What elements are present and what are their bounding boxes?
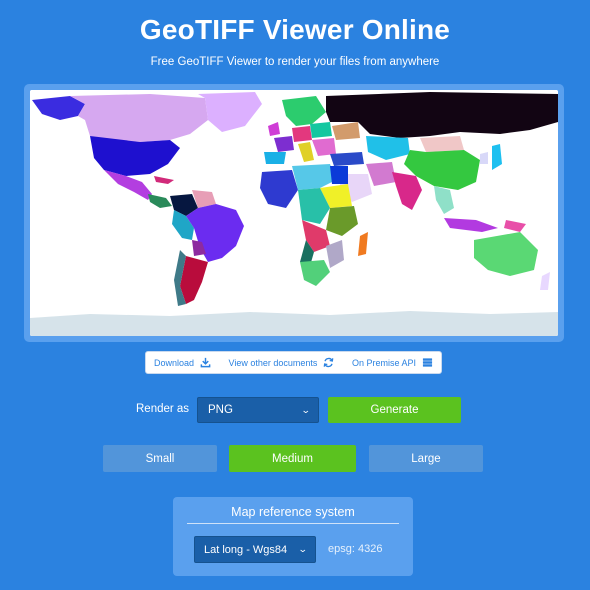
download-button[interactable]: Download	[154, 357, 211, 368]
world-map-image	[30, 90, 558, 336]
mongolia-region	[420, 136, 464, 152]
download-label: Download	[154, 357, 195, 368]
crs-select[interactable]: Lat long - Wgs84 ⌄	[194, 536, 316, 563]
size-small-button[interactable]: Small	[103, 445, 217, 472]
page-subtitle: Free GeoTIFF Viewer to render your files…	[150, 56, 440, 68]
chevron-down-icon: ⌄	[298, 544, 309, 554]
on-premise-api-button[interactable]: On Premise API	[352, 357, 433, 368]
document-toolbar: Download View other documents On Premise…	[145, 351, 442, 374]
map-preview-frame	[24, 84, 564, 342]
germany-region	[292, 126, 312, 142]
map-reference-title: Map reference system	[231, 505, 355, 519]
view-documents-button[interactable]: View other documents	[229, 357, 335, 368]
size-large-button[interactable]: Large	[369, 445, 483, 472]
map-reference-panel: Map reference system Lat long - Wgs84 ⌄ …	[173, 497, 413, 576]
canada-region	[70, 94, 208, 142]
crs-select-value: Lat long - Wgs84	[204, 543, 288, 556]
page-title: GeoTIFF Viewer Online	[139, 14, 451, 45]
korea-region	[480, 152, 488, 164]
spain-region	[264, 152, 286, 164]
poland-region	[310, 122, 332, 138]
download-icon	[200, 357, 211, 368]
epsg-code: epsg: 4326	[328, 543, 383, 555]
format-select[interactable]: PNG ⌄	[197, 397, 319, 423]
on-premise-api-label: On Premise API	[351, 357, 416, 368]
egypt-region	[330, 166, 348, 184]
view-documents-label: View other documents	[228, 357, 318, 368]
refresh-icon	[324, 357, 334, 368]
generate-button[interactable]: Generate	[328, 397, 461, 423]
format-select-value: PNG	[208, 404, 233, 416]
render-as-label: Render as	[136, 403, 190, 415]
antarctica-region	[30, 311, 558, 336]
chevron-down-icon: ⌄	[301, 404, 312, 415]
size-medium-button[interactable]: Medium	[229, 445, 356, 472]
server-icon	[422, 358, 433, 367]
divider	[187, 523, 399, 524]
turkey-region	[330, 152, 364, 166]
map-preview[interactable]	[30, 90, 558, 336]
